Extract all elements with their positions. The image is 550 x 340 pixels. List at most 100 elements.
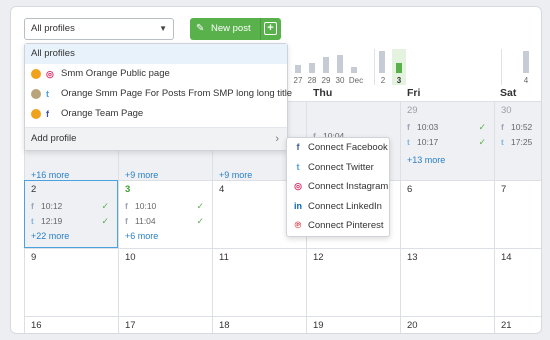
day-number: 14 [501, 252, 512, 263]
day-number: 11 [219, 252, 229, 263]
facebook-icon: f [125, 201, 128, 211]
graph-label-today: 3 [396, 76, 402, 85]
more-posts-link[interactable]: +22 more [31, 229, 117, 243]
day-number: 12 [313, 252, 324, 263]
scheduled-post[interactable]: f 11:04 ✓ [125, 214, 212, 229]
activity-mini-graph: 27 28 29 30 Dec 2 3 4 [291, 49, 541, 85]
graph-label: 29 [321, 76, 331, 85]
menu-item-add-profile[interactable]: Add profile › [25, 128, 287, 150]
calendar-day-cell[interactable]: 19 [306, 316, 400, 333]
scheduled-post[interactable]: f 10:12 ✓ [31, 199, 117, 214]
graph-label: 28 [307, 76, 317, 85]
calendar-day-cell[interactable]: 30 f 10:52 t 17:25 [494, 101, 541, 180]
calendar-day-cell-selected[interactable]: 2 f 10:12 ✓ t 12:19 ✓ +22 more [24, 180, 118, 248]
menu-item-label: All profiles [31, 48, 75, 59]
app-window: All profiles ▼ ✎ New post + 27 28 29 30 … [10, 6, 542, 334]
profile-select[interactable]: All profiles ▼ [24, 18, 174, 40]
day-number: 6 [407, 184, 413, 195]
check-icon: ✓ [196, 216, 204, 226]
twitter-icon: t [501, 137, 504, 147]
profile-name: Orange Team Page [61, 108, 144, 119]
connect-pinterest-item[interactable]: ℗ Connect Pinterest [287, 216, 389, 236]
avatar [31, 89, 41, 99]
day-number: 9 [31, 252, 37, 263]
facebook-icon: f [46, 109, 49, 119]
scheduled-post[interactable]: f 10:10 ✓ [125, 199, 212, 214]
new-post-button[interactable]: ✎ New post + [190, 18, 281, 40]
check-icon: ✓ [478, 122, 486, 132]
graph-bar [379, 51, 385, 73]
graph-label: Dec [348, 76, 364, 85]
day-number: 16 [31, 320, 42, 331]
calendar-day-cell[interactable]: 13 [400, 248, 494, 316]
menu-item-label: Add profile [31, 133, 77, 144]
menu-item-profile[interactable]: t Orange Smm Page For Posts From SMP lon… [25, 84, 292, 104]
menu-item-label: Connect Twitter [308, 161, 374, 173]
profile-dropdown-menu: All profiles ◎ Smm Orange Public page t … [24, 43, 292, 151]
graph-label: 27 [293, 76, 303, 85]
calendar-day-cell[interactable]: 16 [24, 316, 118, 333]
linkedin-icon: in [294, 200, 302, 211]
calendar-day-cell[interactable]: 18 [212, 316, 306, 333]
menu-item-label: Connect Instagram [308, 181, 389, 193]
connect-linkedin-item[interactable]: in Connect LinkedIn [287, 197, 389, 217]
scheduled-post[interactable]: t 10:17 ✓ [407, 135, 494, 150]
connect-facebook-item[interactable]: f Connect Facebook [287, 138, 389, 158]
avatar [31, 69, 41, 79]
check-icon: ✓ [101, 216, 109, 226]
scheduled-post[interactable]: f 10:52 [501, 120, 541, 135]
calendar-day-cell[interactable]: 3 f 10:10 ✓ f 11:04 ✓ +6 more [118, 180, 212, 248]
calendar-day-cell[interactable]: 21 [494, 316, 541, 333]
scheduled-post[interactable]: f 10:03 ✓ [407, 120, 494, 135]
calendar-day-cell[interactable]: 11 [212, 248, 306, 316]
calendar-day-cell[interactable]: 7 [494, 180, 541, 248]
facebook-icon: f [31, 201, 34, 211]
calendar-day-cell[interactable]: 6 [400, 180, 494, 248]
graph-bar [323, 57, 329, 73]
check-icon: ✓ [196, 201, 204, 211]
calendar-day-cell[interactable]: 17 [118, 316, 212, 333]
day-number: 29 [407, 105, 418, 116]
calendar-day-cell[interactable]: 29 f 10:03 ✓ t 10:17 ✓ +13 more [400, 101, 494, 180]
scheduled-post[interactable]: t 17:25 [501, 135, 541, 150]
twitter-icon: t [296, 161, 300, 172]
calendar-day-cell[interactable]: 9 [24, 248, 118, 316]
day-number: 17 [125, 320, 136, 331]
scheduled-post[interactable]: t 12:19 ✓ [31, 214, 117, 229]
connect-instagram-item[interactable]: ◎ Connect Instagram [287, 177, 389, 197]
weekday-header: Thu [313, 87, 333, 99]
graph-label: 4 [523, 76, 529, 85]
menu-item-profile[interactable]: ◎ Smm Orange Public page [25, 64, 287, 84]
more-posts-link[interactable]: +6 more [125, 229, 212, 243]
facebook-icon: f [407, 122, 410, 132]
calendar-day-cell[interactable]: 12 [306, 248, 400, 316]
instagram-icon: ◎ [46, 69, 54, 79]
calendar-day-cell[interactable]: 20 [400, 316, 494, 333]
day-number: 13 [407, 252, 418, 263]
menu-item-label: Connect LinkedIn [308, 200, 382, 212]
facebook-icon: f [125, 216, 128, 226]
connect-twitter-item[interactable]: t Connect Twitter [287, 158, 389, 178]
calendar-day-cell[interactable]: 10 [118, 248, 212, 316]
menu-item-label: Connect Pinterest [308, 220, 384, 232]
menu-item-profile[interactable]: f Orange Team Page [25, 104, 287, 124]
avatar [31, 109, 41, 119]
menu-item-all-profiles[interactable]: All profiles [25, 44, 287, 64]
graph-bar [295, 65, 301, 73]
weekday-header: Sat [500, 87, 517, 99]
more-posts-link[interactable]: +13 more [407, 153, 494, 167]
connect-submenu: f Connect Facebook t Connect Twitter ◎ C… [286, 137, 390, 237]
graph-bar-today [396, 63, 402, 73]
calendar-day-cell[interactable]: 14 [494, 248, 541, 316]
instagram-icon: ◎ [294, 181, 302, 192]
graph-bar [337, 55, 343, 73]
twitter-icon: t [31, 216, 34, 226]
graph-bar [523, 51, 529, 73]
pinterest-icon: ℗ [294, 220, 302, 231]
add-post-icon[interactable]: + [264, 22, 277, 35]
graph-bar [351, 67, 357, 73]
chevron-right-icon: › [275, 133, 279, 145]
day-number-today: 3 [125, 184, 131, 195]
facebook-icon: f [501, 122, 504, 132]
twitter-icon: t [407, 137, 410, 147]
